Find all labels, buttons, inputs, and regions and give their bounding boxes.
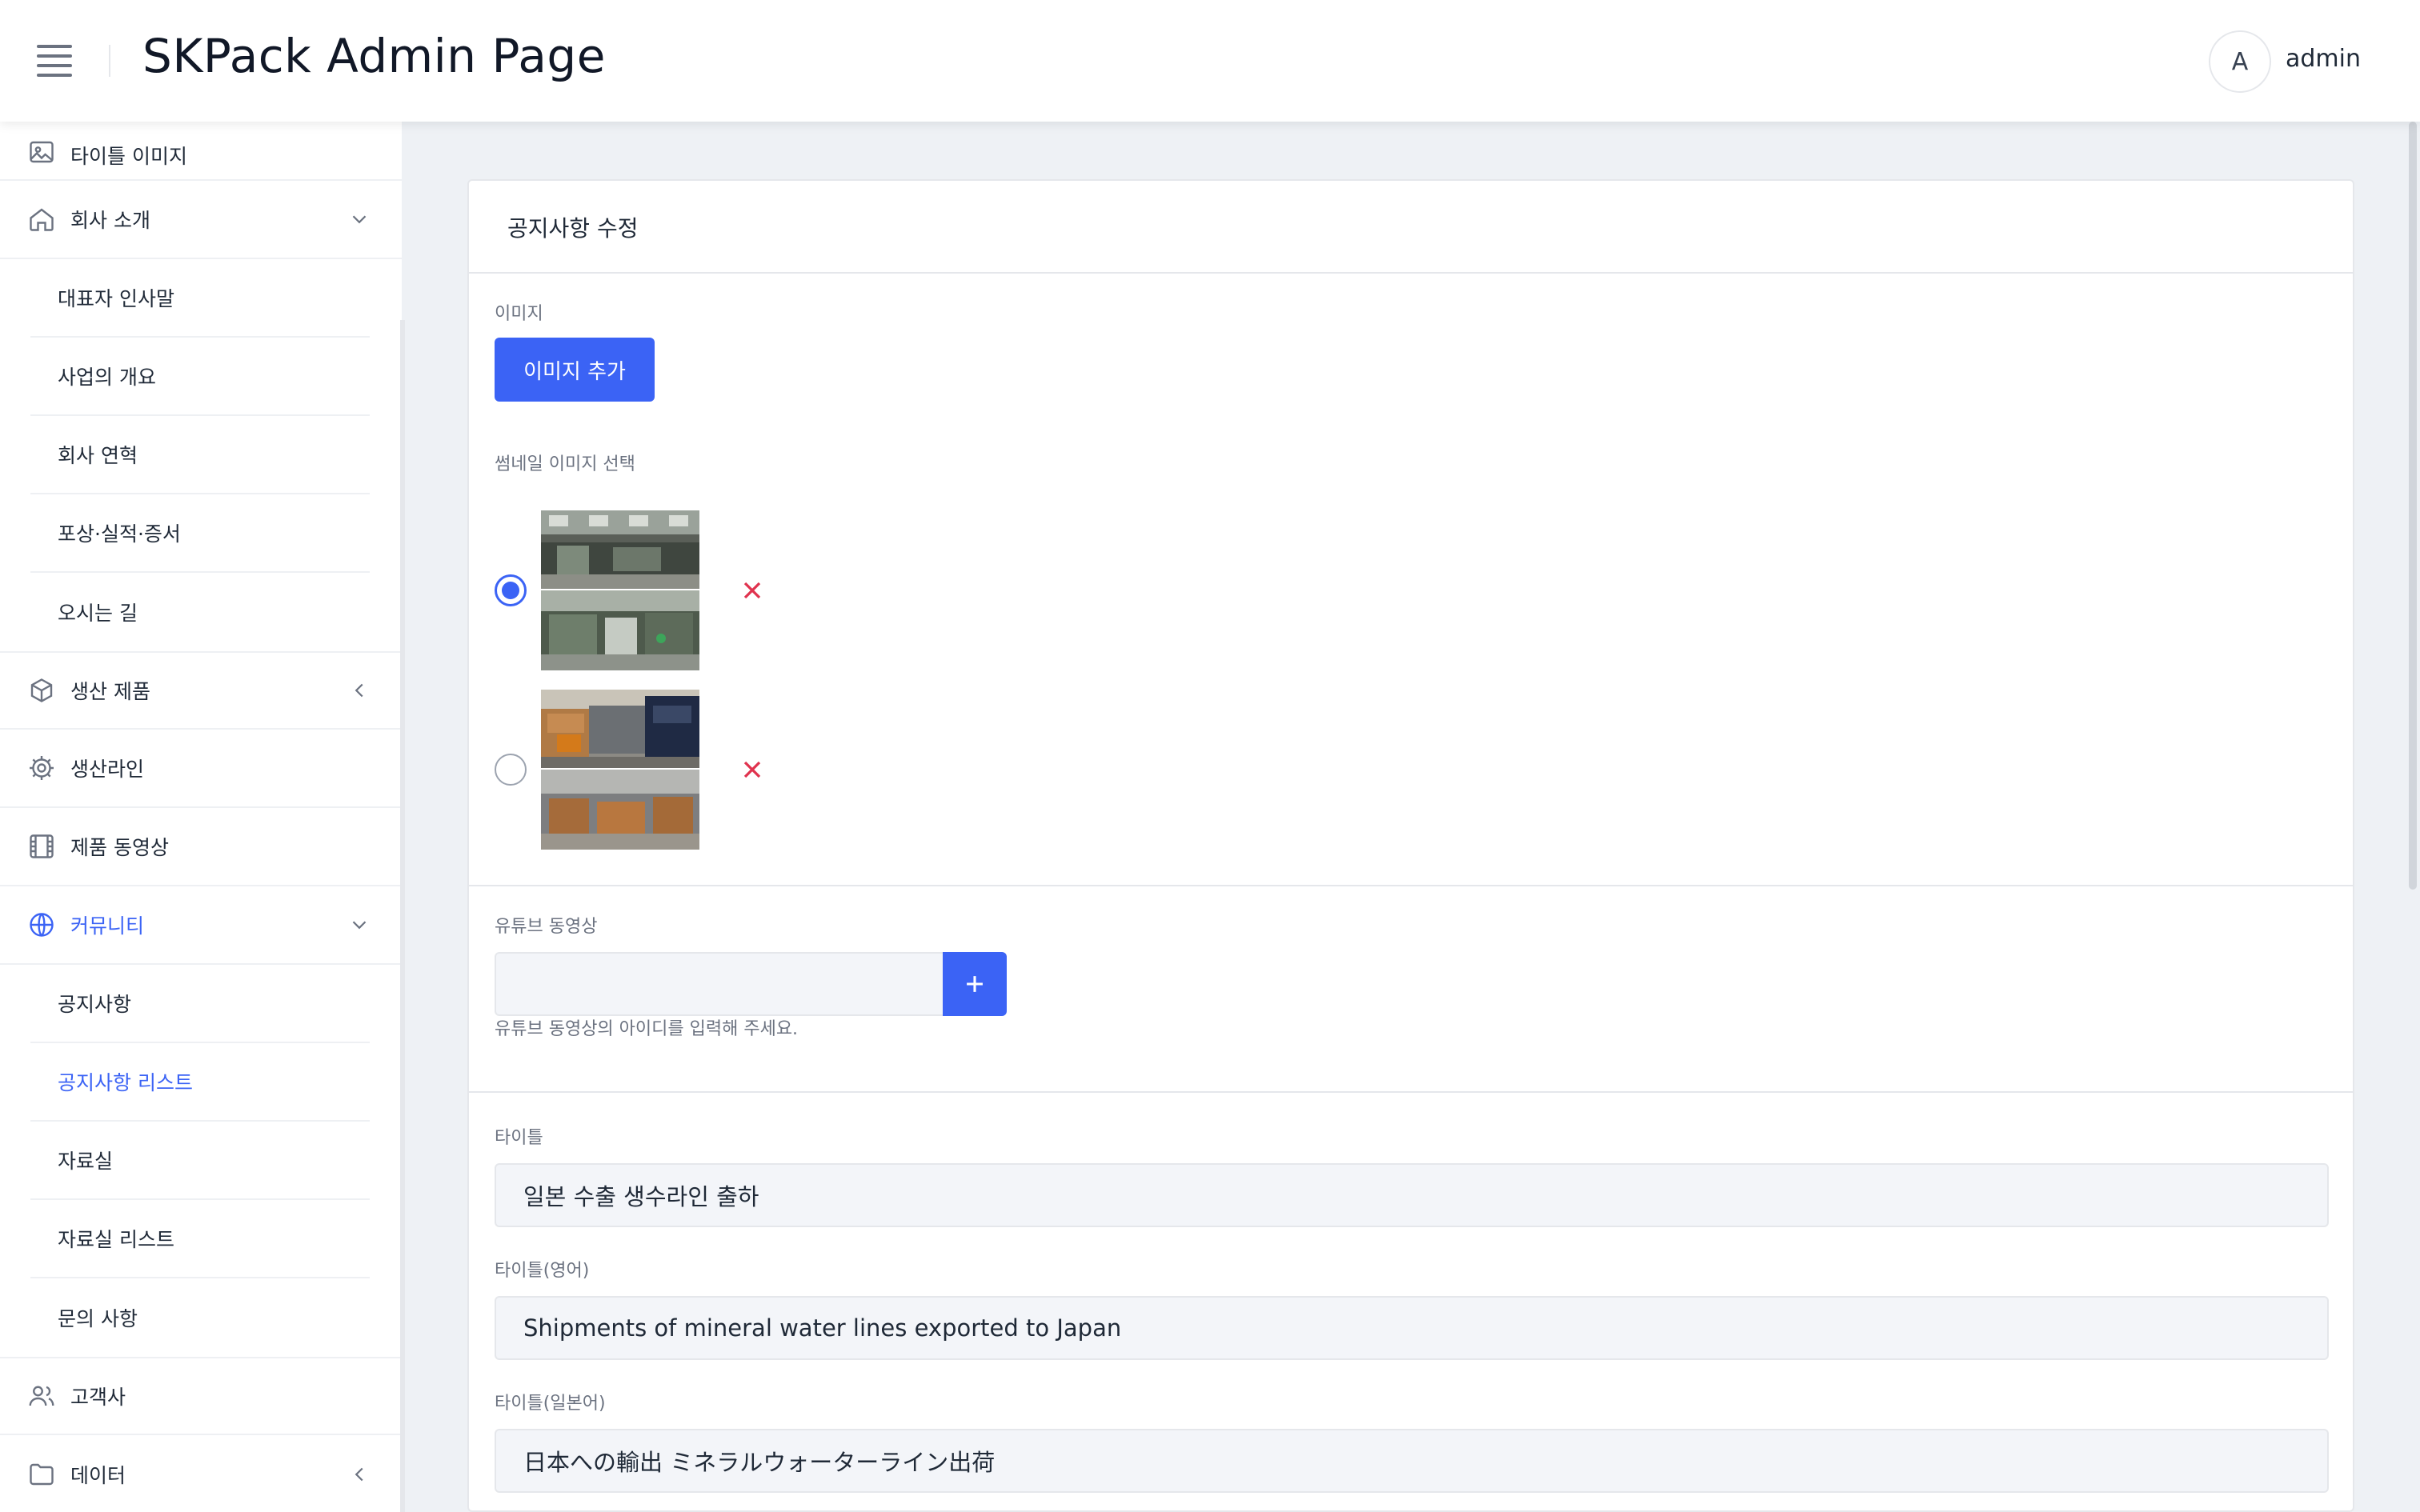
sidebar-item-label: 회사 소개 [70,209,150,232]
thumbnail-radio-2[interactable] [495,754,527,786]
sidebar-item-ceo-greeting[interactable]: 대표자 인사말 [30,259,370,338]
sidebar-item-archive[interactable]: 자료실 [30,1122,370,1200]
title-jp-input[interactable]: 日本への輸出 ミネラルウォーターライン出荷 [495,1429,2329,1493]
sidebar-item-production-line[interactable]: 생산라인 [0,730,402,808]
sidebar-item-label: 오시는 길 [58,602,138,625]
add-image-button[interactable]: 이미지 추가 [495,338,655,402]
sidebar-item-history[interactable]: 회사 연혁 [30,416,370,494]
gear-icon [30,756,54,780]
sidebar-item-inquiries[interactable]: 문의 사항 [30,1278,370,1357]
edit-notice-card: 공지사항 수정 이미지 이미지 추가 썸네일 이미지 선택 유튜브 동영상 유튜… [467,179,2354,1512]
sidebar-item-company[interactable]: 회사 소개 [0,181,402,259]
sidebar-item-product-video[interactable]: 제품 동영상 [0,808,402,886]
section-divider [469,1091,2353,1093]
youtube-label: 유튜브 동영상 [495,917,598,937]
sidebar-item-data[interactable]: 데이터 [0,1435,402,1512]
youtube-add-button[interactable] [943,952,1007,1016]
sidebar-item-label: 자료실 리스트 [58,1228,174,1251]
sidebar-item-community[interactable]: 커뮤니티 [0,886,402,965]
youtube-id-input[interactable] [495,952,944,1016]
truck-photo-icon [541,690,699,850]
sidebar-item-directions[interactable]: 오시는 길 [30,573,370,651]
globe-icon [30,913,54,937]
sidebar-item-products[interactable]: 생산 제품 [0,651,402,730]
hamburger-menu-icon[interactable] [37,45,72,77]
section-divider [469,885,2353,886]
sidebar-item-label: 자료실 [58,1150,114,1173]
remove-thumbnail-1-icon[interactable] [738,576,767,605]
title-en-label: 타이틀(영어) [495,1261,590,1281]
chevron-down-icon [352,921,367,930]
sidebar-item-label: 생산라인 [70,758,145,781]
sidebar-scrollbar[interactable] [400,320,405,1512]
chevron-left-icon [355,683,363,698]
sidebar-item-label: 공지사항 [58,993,132,1016]
sidebar-item-label: 회사 연혁 [58,444,138,467]
title-input[interactable]: 일본 수출 생수라인 출하 [495,1163,2329,1227]
card-header: 공지사항 수정 [469,181,2353,274]
sidebar-item-label: 포상·실적·증서 [58,522,181,546]
factory-photo-icon [541,510,699,670]
sidebar-item-clients[interactable]: 고객사 [0,1357,402,1435]
sidebar-item-business-overview[interactable]: 사업의 개요 [30,338,370,416]
sidebar-item-label: 사업의 개요 [58,366,156,389]
chevron-left-icon [355,1467,363,1482]
film-icon [30,834,54,858]
sidebar-item-label: 데이터 [70,1464,126,1487]
sidebar-item-label: 문의 사항 [58,1307,138,1330]
plus-icon [967,976,983,992]
header-divider [109,45,110,77]
thumbnail-label: 썸네일 이미지 선택 [495,454,635,474]
remove-thumbnail-2-icon[interactable] [738,755,767,784]
folder-icon [30,1463,54,1486]
image-label: 이미지 [495,304,543,324]
card-title: 공지사항 수정 [507,215,639,242]
sidebar-item-label: 고객사 [70,1386,126,1409]
image-icon [30,141,54,163]
sidebar-item-label: 커뮤니티 [70,914,145,938]
users-icon [29,1386,54,1406]
title-en-input[interactable]: Shipments of mineral water lines exporte… [495,1296,2329,1360]
sidebar-item-awards[interactable]: 포상·실적·증서 [30,494,370,573]
sidebar-item-title-image[interactable]: 타이틀 이미지 [0,122,402,181]
title-label: 타이틀 [495,1128,543,1148]
sidebar-item-label: 생산 제품 [70,680,150,703]
thumbnail-image-truck[interactable] [541,690,699,850]
sidebar-item-notice-list[interactable]: 공지사항 리스트 [30,1043,370,1122]
sidebar: 타이틀 이미지 회사 소개 대표자 인사말 사업의 개요 회사 연혁 포상·실적… [0,122,402,1512]
app-title: SKPack Admin Page [142,29,606,83]
top-header: SKPack Admin Page A admin [0,0,2420,122]
sidebar-item-label: 대표자 인사말 [58,287,174,310]
sidebar-item-label: 제품 동영상 [70,836,169,859]
sidebar-item-notice[interactable]: 공지사항 [30,965,370,1043]
youtube-help-text: 유튜브 동영상의 아이디를 입력해 주세요. [495,1019,799,1039]
box-icon [30,678,53,702]
sidebar-item-archive-list[interactable]: 자료실 리스트 [30,1200,370,1278]
avatar[interactable]: A [2209,30,2271,93]
sidebar-item-label: 타이틀 이미지 [70,145,187,168]
home-icon [30,208,54,231]
thumbnail-image-factory[interactable] [541,510,699,670]
page-scrollbar[interactable] [2409,122,2417,890]
title-jp-label: 타이틀(일본어) [495,1394,606,1414]
thumbnail-radio-1[interactable] [495,574,527,606]
sidebar-item-label: 공지사항 리스트 [58,1071,193,1094]
username[interactable]: admin [2286,45,2361,73]
chevron-down-icon [352,215,367,224]
